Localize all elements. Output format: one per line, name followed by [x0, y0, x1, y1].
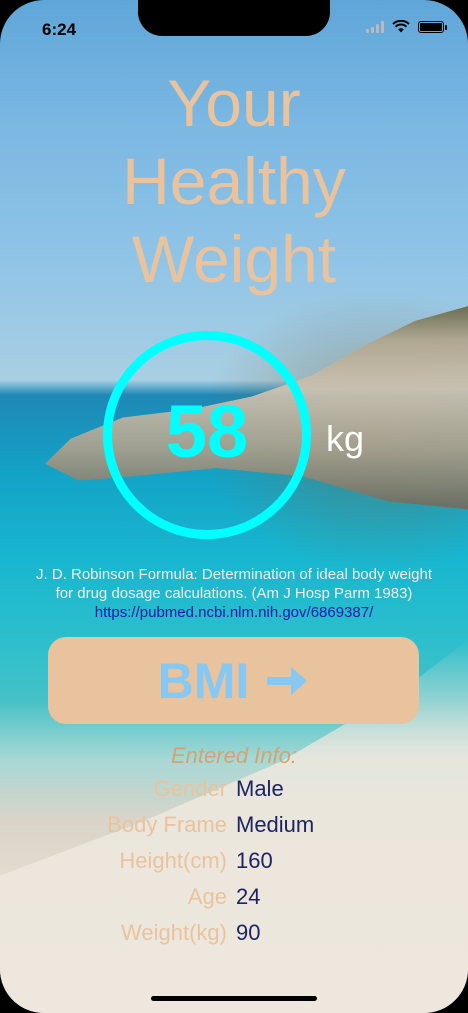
info-label: Weight(kg) — [121, 920, 227, 945]
bmi-button-label: BMI — [157, 652, 250, 709]
formula-line: for drug dosage calculations. (Am J Hosp… — [55, 585, 413, 602]
home-indicator[interactable] — [151, 996, 317, 1001]
healthy-weight-value: 58 — [165, 390, 249, 473]
phone-screen: 6:24 Your Healthy Weight 58 kg J. D. Rob… — [0, 0, 468, 1013]
info-label: Age — [187, 884, 227, 909]
info-row: Weight(kg) 90 — [0, 920, 468, 952]
battery-icon — [418, 20, 447, 33]
signal-icon — [366, 20, 384, 33]
info-label: Gender — [153, 776, 227, 801]
page-title: Your Healthy Weight — [0, 64, 468, 298]
info-row: Height(cm) 160 — [0, 848, 468, 880]
info-row: Gender Male — [0, 776, 468, 808]
title-line: Healthy — [122, 144, 346, 218]
entered-info-heading: Entered Info: — [171, 743, 297, 768]
pubmed-link[interactable]: https://pubmed.ncbi.nlm.nih.gov/6869387/ — [95, 604, 374, 621]
title-line: Weight — [131, 222, 337, 296]
title-line: Your — [167, 66, 301, 140]
info-row: Age 24 — [0, 884, 468, 916]
weight-unit: kg — [326, 418, 365, 459]
status-icons — [366, 20, 447, 33]
info-value: Medium — [236, 812, 315, 837]
formula-line: J. D. Robinson Formula: Determination of… — [35, 566, 433, 583]
info-value: 160 — [236, 848, 273, 873]
wifi-icon — [392, 20, 410, 33]
bmi-button[interactable]: BMI — [48, 637, 419, 724]
info-label: Body Frame — [107, 812, 227, 837]
notch — [138, 0, 330, 36]
info-value: Male — [236, 776, 284, 801]
info-value: 24 — [236, 884, 261, 909]
status-time: 6:24 — [42, 20, 77, 39]
formula-citation: J. D. Robinson Formula: Determination of… — [0, 565, 468, 622]
arrow-right-icon — [267, 666, 308, 695]
info-row: Body Frame Medium — [0, 812, 468, 844]
info-value: 90 — [236, 920, 261, 945]
info-label: Height(cm) — [119, 848, 227, 873]
